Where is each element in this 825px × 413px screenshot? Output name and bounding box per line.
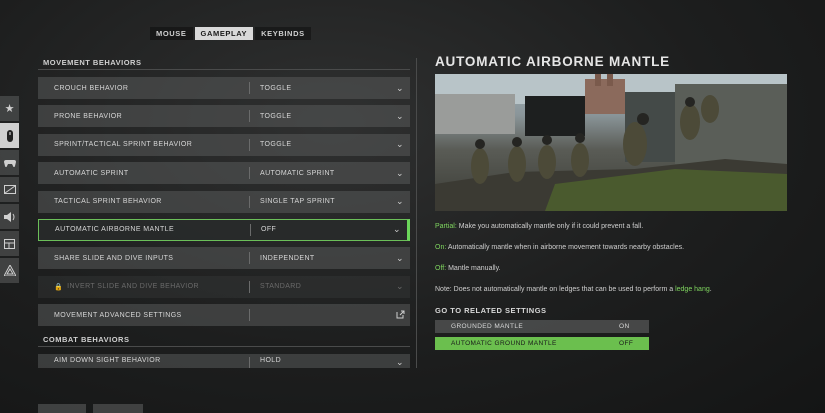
note-text: Note: Does not automatically mantle on l…: [435, 286, 676, 293]
chevron-down-icon: ⌄: [396, 139, 404, 150]
on-text: Automatically mantle when in airborne mo…: [446, 244, 685, 251]
setting-row-crouch-behavior[interactable]: CROUCH BEHAVIOR TOGGLE ⌄: [38, 77, 410, 99]
external-link-icon: [390, 310, 410, 321]
related-value: ON: [619, 323, 630, 330]
settings-list: MOVEMENT BEHAVIORS CROUCH BEHAVIOR TOGGL…: [38, 56, 410, 374]
related-setting-grounded-mantle[interactable]: GROUNDED MANTLE ON: [435, 320, 649, 333]
related-label: AUTOMATIC GROUND MANTLE: [451, 340, 557, 347]
chevron-down-icon: ⌄: [393, 224, 401, 235]
chevron-down-icon: ⌄: [396, 196, 404, 207]
detail-title: AUTOMATIC AIRBORNE MANTLE: [435, 54, 670, 69]
description-partial: Partial: Make you automatically mantle o…: [435, 222, 787, 232]
category-sidebar: ★: [0, 96, 19, 285]
tab-gameplay[interactable]: GAMEPLAY: [194, 27, 254, 40]
chevron-down-icon: ⌄: [396, 110, 404, 121]
off-label: Off:: [435, 265, 447, 272]
setting-value: TOGGLE: [260, 84, 292, 92]
description-note: Note: Does not automatically mantle on l…: [435, 285, 787, 295]
detail-panel: AUTOMATIC AIRBORNE MANTLE Partial: Make …: [435, 54, 787, 354]
setting-row-prone-behavior[interactable]: PRONE BEHAVIOR TOGGLE ⌄: [38, 105, 410, 128]
setting-row-share-slide-dive[interactable]: SHARE SLIDE AND DIVE INPUTS INDEPENDENT …: [38, 247, 410, 270]
setting-value: STANDARD: [260, 283, 302, 291]
footer-button-right[interactable]: [93, 404, 143, 413]
divider: [249, 309, 250, 322]
setting-value: AUTOMATIC SPRINT: [260, 169, 335, 177]
setting-value: HOLD: [260, 356, 282, 364]
off-text: Mantle manually.: [446, 265, 501, 272]
setting-label: PRONE BEHAVIOR: [54, 112, 123, 120]
tab-keybinds[interactable]: KEYBINDS: [255, 27, 311, 40]
partial-label: Partial:: [435, 223, 457, 230]
panel-divider: [416, 58, 417, 368]
description-off: Off: Mantle manually.: [435, 264, 787, 274]
lock-icon: 🔒: [54, 283, 64, 291]
on-label: On:: [435, 244, 447, 251]
partial-text: Make you automatically mantle only if it…: [456, 223, 644, 230]
gamepad-icon[interactable]: [0, 150, 19, 175]
setting-row-aim-down-sight[interactable]: AIM DOWN SIGHT BEHAVIOR HOLD ⌄: [38, 353, 410, 368]
note-end: .: [709, 286, 712, 293]
chevron-down-icon: ⌄: [396, 82, 404, 93]
setting-label: INVERT SLIDE AND DIVE BEHAVIOR: [67, 283, 199, 291]
setting-label: AIM DOWN SIGHT BEHAVIOR: [54, 356, 161, 364]
related-value: OFF: [619, 340, 634, 347]
setting-value: OFF: [261, 226, 277, 234]
network-icon[interactable]: [0, 258, 19, 283]
section-header-combat: COMBAT BEHAVIORS: [38, 333, 410, 347]
related-setting-automatic-ground-mantle[interactable]: AUTOMATIC GROUND MANTLE OFF: [435, 337, 649, 350]
section-header-movement: MOVEMENT BEHAVIORS: [38, 56, 410, 70]
description-on: On: Automatically mantle when in airborn…: [435, 243, 787, 253]
setting-label-wrapper: 🔒 INVERT SLIDE AND DIVE BEHAVIOR: [38, 283, 249, 291]
setting-value: INDEPENDENT: [260, 254, 315, 262]
setting-row-automatic-sprint[interactable]: AUTOMATIC SPRINT AUTOMATIC SPRINT ⌄: [38, 162, 410, 185]
setting-label: MOVEMENT ADVANCED SETTINGS: [54, 311, 182, 319]
setting-row-tactical-sprint-behavior[interactable]: TACTICAL SPRINT BEHAVIOR SINGLE TAP SPRI…: [38, 190, 410, 213]
speaker-icon[interactable]: [0, 204, 19, 229]
related-label: GROUNDED MANTLE: [451, 323, 524, 330]
related-settings-title: GO TO RELATED SETTINGS: [435, 306, 547, 315]
interface-icon[interactable]: [0, 231, 19, 256]
chevron-down-icon: ⌄: [396, 356, 404, 367]
setting-label: SPRINT/TACTICAL SPRINT BEHAVIOR: [54, 141, 193, 149]
setting-label: AUTOMATIC AIRBORNE MANTLE: [55, 226, 175, 234]
setting-label: AUTOMATIC SPRINT: [54, 169, 129, 177]
setting-value: TOGGLE: [260, 141, 292, 149]
setting-row-automatic-airborne-mantle[interactable]: AUTOMATIC AIRBORNE MANTLE OFF ⌄: [38, 218, 410, 241]
chevron-down-icon: ⌄: [396, 252, 404, 263]
chevron-down-icon: ⌄: [396, 281, 404, 292]
setting-value: SINGLE TAP SPRINT: [260, 198, 335, 206]
star-icon[interactable]: ★: [0, 96, 19, 121]
setting-row-sprint-behavior[interactable]: SPRINT/TACTICAL SPRINT BEHAVIOR TOGGLE ⌄: [38, 133, 410, 156]
footer-button-left[interactable]: [38, 404, 86, 413]
setting-label: CROUCH BEHAVIOR: [54, 84, 129, 92]
ledge-hang-link[interactable]: ledge hang: [675, 286, 710, 293]
controller-icon[interactable]: [0, 123, 19, 148]
chevron-down-icon: ⌄: [396, 167, 404, 178]
display-icon[interactable]: [0, 177, 19, 202]
setting-label: TACTICAL SPRINT BEHAVIOR: [54, 198, 162, 206]
tab-mouse[interactable]: MOUSE: [150, 27, 193, 40]
preview-image: [435, 74, 787, 211]
setting-value: TOGGLE: [260, 112, 292, 120]
setting-row-movement-advanced[interactable]: MOVEMENT ADVANCED SETTINGS: [38, 304, 410, 327]
detail-description: Partial: Make you automatically mantle o…: [435, 222, 787, 295]
settings-tabs: MOUSE GAMEPLAY KEYBINDS: [150, 27, 311, 40]
setting-label: SHARE SLIDE AND DIVE INPUTS: [54, 254, 174, 262]
setting-row-invert-slide-dive: 🔒 INVERT SLIDE AND DIVE BEHAVIOR STANDAR…: [38, 275, 410, 298]
